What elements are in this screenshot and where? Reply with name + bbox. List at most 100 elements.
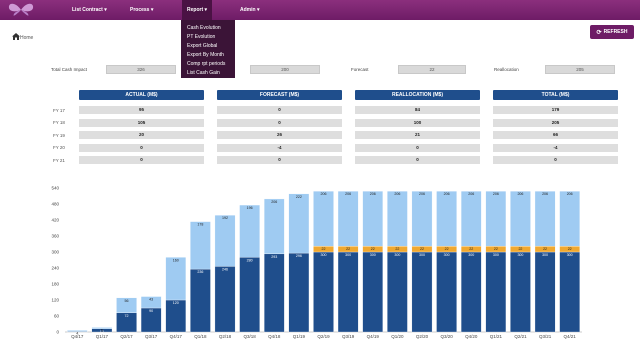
table-cell: -4 [217,143,342,152]
breadcrumb-home[interactable]: Home [20,35,33,41]
bar-segment [239,257,260,333]
bar-segment [485,191,507,247]
bar-segment [239,204,260,258]
bar-data-label: 22 [445,247,449,251]
bar-segment [264,253,285,333]
bar-data-label: 206 [345,192,351,196]
bar-data-label: 22 [322,247,326,251]
breadcrumb: Home [0,29,640,45]
x-tick-label: Q1/18 [194,334,207,339]
nav-report[interactable]: Report ▾ [182,0,213,20]
table-row-label: FY 17 [53,107,65,113]
refresh-button[interactable]: ⟳ REFRESH [590,25,634,39]
y-tick-label: 0 [56,330,59,335]
bar-segment [411,251,433,333]
x-tick-label: Q4/18 [268,334,281,339]
bar-segment [436,251,457,333]
x-tick-label: Q2/19 [317,334,330,339]
y-tick-label: 540 [51,186,59,191]
butterfly-logo-icon [8,3,34,16]
x-tick-label: Q2/18 [219,334,232,339]
menu-item-list-cash-gain[interactable]: List Cash Gain [181,69,235,78]
bar-segment [313,251,334,333]
nav-list-contract[interactable]: List Contract ▾ [72,7,107,13]
bar-segment [387,191,408,247]
x-tick-label: Q3/21 [539,334,552,339]
bar-data-label: 192 [222,216,228,220]
bar-data-label: 300 [370,253,376,257]
bar-data-label: 90 [149,309,153,313]
quarterly-stacked-bar-chart: 06012018024030036042048054024Q4/17125Q1/… [51,186,582,339]
bar-segment [190,268,211,333]
bar-data-label: 22 [371,247,375,251]
bar-data-label: 206 [468,192,474,196]
bar-segment [214,215,236,267]
y-tick-label: 60 [54,314,60,319]
home-icon[interactable] [12,33,20,40]
bar-segment [559,191,580,247]
total-cash-impact-label: Total Cash Impact [51,67,88,72]
bar-segment [534,251,556,333]
app-window: List Contract ▾ Process ▾ Report ▾ Admin… [0,0,640,340]
table-cell: 95 [79,106,204,114]
bar-data-label: 22 [518,247,522,251]
table-cell: 105 [79,118,204,127]
table-cell: 20 [79,131,204,139]
bar-data-label: 300 [542,253,548,257]
bar-segment [387,251,408,333]
bar-data-label: 246 [222,267,228,271]
y-tick-label: 180 [51,282,59,287]
bar-segment [288,252,310,333]
table-row-label: FY 19 [53,132,65,138]
table-cell: 100 [355,118,480,127]
table-cell: 0 [79,156,204,164]
column-header-total: TOTAL (M$) [493,90,618,100]
bar-data-label: 206 [517,192,523,196]
column-header-reallocation: REALLOCATION (M$) [355,90,480,100]
bar-data-label: 300 [321,253,327,257]
table-cell: 21 [355,131,480,139]
table-cell: 0 [217,156,342,164]
bar-data-label: 236 [197,270,203,274]
nav-process[interactable]: Process ▾ [130,7,153,13]
table-cell: 0 [355,143,480,152]
y-tick-label: 120 [51,298,59,303]
x-tick-label: Q2/17 [120,334,133,339]
bar-data-label: 280 [247,258,253,262]
bar-segment [288,193,310,254]
column-header-actual: ACTUAL (M$) [79,90,204,100]
menu-item-export-by-month[interactable]: Export By Month [181,51,235,60]
x-tick-label: Q2/21 [514,334,527,339]
bar-data-label: 300 [419,253,425,257]
menu-item-comp-rpt-periods[interactable]: Comp rpt periods [181,60,235,69]
bar-data-label: 178 [197,223,203,227]
table-cell: -4 [493,143,618,152]
bar-data-label: 206 [271,200,277,204]
bar-data-label: 22 [494,247,498,251]
bar-data-label: 196 [247,206,253,210]
bar-data-label: 300 [394,253,400,257]
x-tick-label: Q4/17 [71,334,84,339]
y-tick-label: 480 [51,202,59,207]
bar-data-label: 206 [493,192,499,196]
bar-data-label: 206 [419,192,425,196]
table-cell: 0 [217,118,342,127]
bar-segment [165,257,187,301]
table-cell: 179 [493,106,618,114]
forecast-label: Forecast [351,67,369,72]
bar-data-label: 5 [101,328,103,332]
table-cell: 0 [217,106,342,114]
bar-segment [436,191,457,247]
nav-admin[interactable]: Admin ▾ [240,7,259,13]
x-tick-label: Q3/17 [145,334,158,339]
x-tick-label: Q1/21 [490,334,503,339]
x-tick-label: Q3/18 [244,334,257,339]
x-tick-label: Q1/20 [391,334,404,339]
bar-segment [485,251,507,333]
bar-data-label: 206 [370,192,376,196]
bar-segment [190,221,211,270]
bar-data-label: 300 [444,253,450,257]
x-tick-label: Q3/20 [440,334,453,339]
bar-data-label: 300 [468,253,474,257]
bar-segment [337,251,359,333]
